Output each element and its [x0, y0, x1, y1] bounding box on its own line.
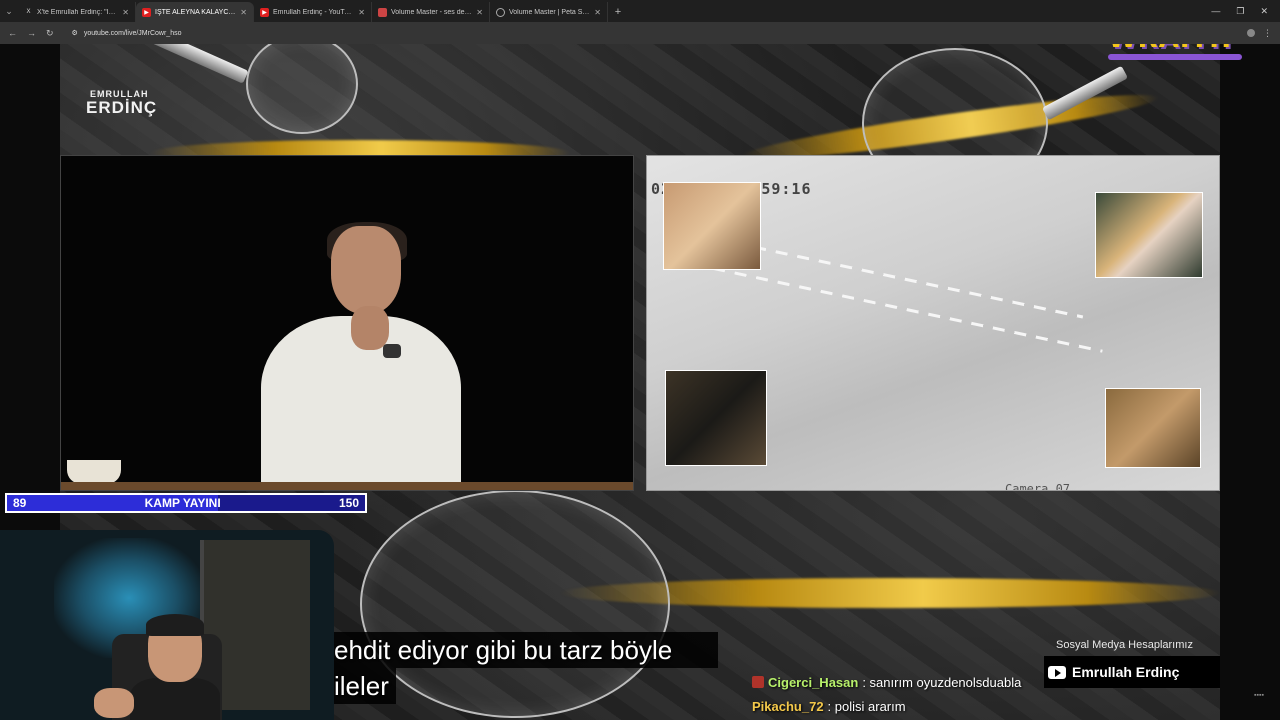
streamer-webcam: [0, 530, 334, 720]
streamer-cap: [146, 614, 204, 636]
url-text: youtube.com/live/JMrCowr_hso: [83, 29, 182, 37]
browser-tabstrip: ⌄ X X'te Emrullah Erdinç: "İŞTE ALE ✕ ▶ …: [0, 0, 1280, 22]
kamp-current-value: 89: [13, 496, 27, 510]
chat-username: Cigerci_Hasan: [768, 674, 859, 690]
close-tab-icon[interactable]: ✕: [594, 8, 601, 17]
kamp-goal-value: 150: [338, 496, 359, 510]
social-channel-name: Emrullah Erdinç: [1072, 664, 1180, 680]
close-tab-icon[interactable]: ✕: [358, 8, 365, 17]
youtube-icon: [1048, 665, 1066, 679]
photo-man-seated: [665, 370, 767, 466]
toolbar-extensions: ⋮: [1247, 28, 1272, 39]
forward-icon[interactable]: →: [27, 28, 36, 38]
tab-title: Volume Master | Peta Sittek: [509, 8, 591, 16]
chat-text: : sanırım oyuzdenolsduabla: [862, 674, 1022, 690]
chat-badge-icon: [752, 676, 764, 688]
photo-group: [1095, 192, 1203, 278]
streamer-hand: [94, 688, 134, 718]
tab-title: Volume Master - ses denetleyici: [391, 8, 473, 16]
volume-master-icon: [378, 7, 387, 17]
kamp-yayini-bar: 89 KAMP YAYINI 150: [5, 493, 367, 513]
chat-text: : polisi ararım: [827, 698, 906, 714]
brand-logo-line2: ERDİNÇ: [86, 98, 158, 117]
wraith-logo: WRAITH: [1108, 44, 1232, 54]
host-video-panel: [60, 155, 634, 491]
photo-two-women: [663, 182, 761, 270]
caption-line-2: ileler: [334, 671, 389, 701]
coffee-cup: [67, 460, 121, 484]
brand-logo: EMRULLAH ERDİNÇ: [86, 90, 158, 117]
tab-title: X'te Emrullah Erdinç: "İŞTE ALE: [37, 8, 118, 16]
host-figure: [261, 222, 461, 490]
tab-title: İŞTE ALEYNA KALAYCIOĞL: [155, 8, 237, 16]
browser-tab-5[interactable]: Volume Master | Peta Sittek ✕: [490, 2, 608, 22]
youtube-icon: ▶: [142, 7, 151, 17]
address-bar[interactable]: ⚙ youtube.com/live/JMrCowr_hso: [64, 25, 190, 41]
close-window-icon[interactable]: ✕: [1260, 6, 1268, 17]
wraith-underline: [1108, 54, 1242, 60]
cctv-panel: 026 Dec 05 59:16 Camera 07: [646, 155, 1220, 491]
close-tab-icon[interactable]: ✕: [122, 8, 129, 17]
tab-search-button[interactable]: ⌄: [0, 0, 18, 22]
kamp-label: KAMP YAYINI: [144, 496, 221, 510]
player-more-icon[interactable]: ▪▪▪▪: [1254, 692, 1264, 699]
browser-tab-2[interactable]: ▶ İŞTE ALEYNA KALAYCIOĞL ✕: [136, 2, 254, 22]
maximize-icon[interactable]: ❐: [1236, 6, 1244, 17]
menu-icon[interactable]: ⋮: [1263, 28, 1272, 39]
host-head: [331, 226, 401, 314]
caption-line-1: ehdit ediyor gibi bu tarz böyle: [334, 635, 673, 665]
youtube-icon: ▶: [260, 7, 269, 17]
close-tab-icon[interactable]: ✕: [476, 8, 483, 17]
host-hand: [351, 306, 389, 350]
browser-tab-1[interactable]: X X'te Emrullah Erdinç: "İŞTE ALE ✕: [18, 2, 136, 22]
extension-icon[interactable]: [1247, 29, 1255, 37]
desk: [61, 482, 633, 490]
close-tab-icon[interactable]: ✕: [240, 8, 247, 17]
streamer-body: [130, 678, 220, 720]
reload-icon[interactable]: ↻: [46, 28, 54, 39]
social-media-label: Sosyal Medya Hesaplarımız: [1056, 639, 1193, 651]
captions: ehdit ediyor gibi bu tarz böyle ileler: [334, 632, 672, 704]
globe-icon: [496, 7, 505, 17]
site-info-icon[interactable]: ⚙: [72, 29, 78, 37]
minimize-icon[interactable]: —: [1211, 6, 1220, 16]
chat-message: Pikachu_72 : polisi ararım: [752, 694, 1021, 718]
cctv-camera-label: Camera 07: [1005, 482, 1071, 491]
chat-overlay: Cigerci_Hasan : sanırım oyuzdenolsduabla…: [752, 670, 1021, 718]
chat-message: Cigerci_Hasan : sanırım oyuzdenolsduabla: [752, 670, 1021, 694]
back-icon[interactable]: ←: [8, 28, 17, 38]
browser-tab-3[interactable]: ▶ Emrullah Erdinç - YouTube ✕: [254, 2, 372, 22]
stream-video[interactable]: EMRULLAH ERDİNÇ WRAITH 026 Dec 05 59:16 …: [0, 44, 1280, 720]
social-youtube: Emrullah Erdinç: [1044, 656, 1220, 688]
streamer-figure: [94, 614, 220, 720]
photo-man-smiling: [1105, 388, 1201, 468]
watch-icon: [383, 344, 401, 358]
browser-tab-4[interactable]: Volume Master - ses denetleyici ✕: [372, 2, 490, 22]
tab-title: Emrullah Erdinç - YouTube: [273, 8, 355, 16]
new-tab-button[interactable]: +: [608, 2, 628, 22]
window-controls: — ❐ ✕: [1211, 0, 1280, 22]
x-icon: X: [26, 9, 31, 15]
browser-toolbar: ← → ↻ ⚙ youtube.com/live/JMrCowr_hso ⋮: [0, 22, 1280, 44]
chat-username: Pikachu_72: [752, 698, 824, 714]
